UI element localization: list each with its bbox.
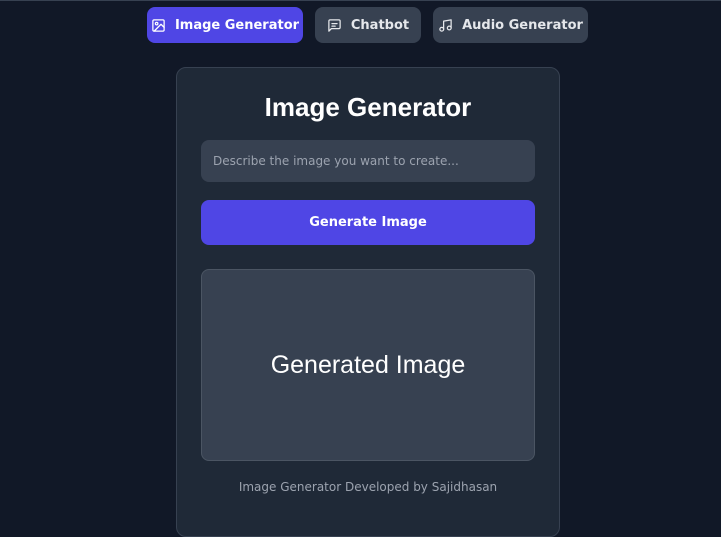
tab-label: Audio Generator (462, 17, 583, 33)
prompt-input[interactable] (201, 140, 535, 182)
top-nav: Image Generator Chatbot Audio Generator (0, 7, 721, 43)
image-placeholder-text: Generated Image (270, 350, 466, 379)
page-title: Image Generator (264, 92, 472, 122)
tab-audio-generator[interactable]: Audio Generator (433, 7, 588, 43)
tab-label: Image Generator (174, 17, 300, 33)
tab-label: Chatbot (350, 17, 410, 33)
chat-icon (328, 18, 341, 32)
tab-image-generator[interactable]: Image Generator (147, 7, 303, 43)
music-icon (439, 18, 452, 32)
generated-image-area: Generated Image (201, 269, 535, 461)
tab-chatbot[interactable]: Chatbot (315, 7, 421, 43)
image-icon (152, 18, 165, 32)
footer-credit: Image Generator Developed by Sajidhasan (238, 480, 498, 494)
top-divider (0, 0, 721, 1)
image-generator-card: Image Generator Generate Image Generated… (176, 67, 560, 537)
generate-image-button[interactable]: Generate Image (201, 200, 535, 245)
